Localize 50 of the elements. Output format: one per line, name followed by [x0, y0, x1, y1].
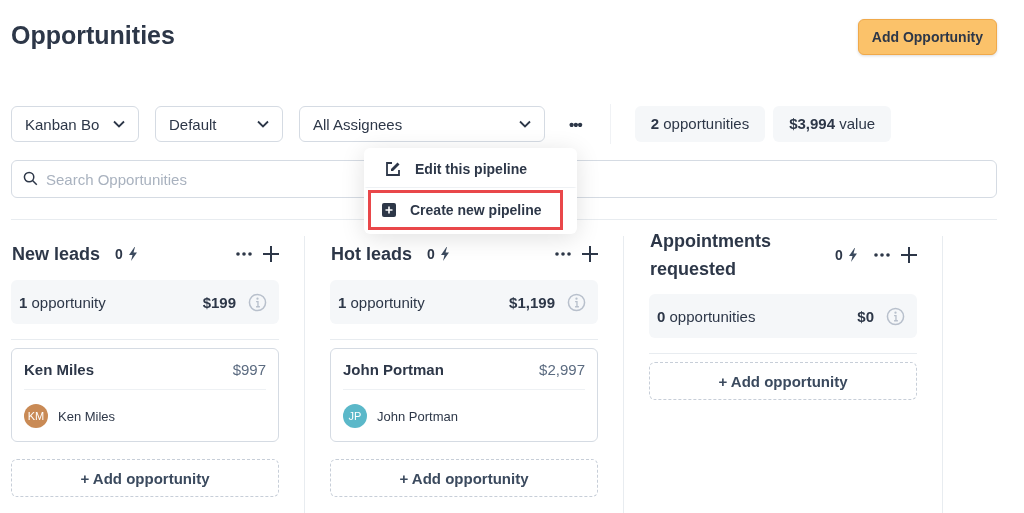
assignee-name: Ken Miles: [58, 408, 116, 424]
dropdown[interactable]: Kanban Bo: [11, 106, 139, 142]
menu-item[interactable]: Create new pipeline: [368, 190, 563, 230]
more-icon[interactable]: [555, 252, 571, 256]
dropdown[interactable]: All Assignees: [299, 106, 545, 142]
opportunity-card[interactable]: Ken Miles $997 KM Ken Miles: [11, 348, 279, 442]
chevron-down-icon: [519, 120, 531, 128]
column-title: Appointments requested: [650, 230, 772, 281]
opportunity-amount: $2,997: [539, 360, 585, 378]
plus-square-icon: [382, 203, 396, 217]
menu-item[interactable]: Edit this pipeline: [364, 148, 577, 188]
more-button[interactable]: •••: [563, 115, 588, 133]
column-title: Hot leads: [331, 243, 413, 265]
add-opportunity-button[interactable]: Add Opportunity: [857, 19, 997, 55]
total-value: $0: [857, 307, 874, 325]
total-value: $1,199: [509, 293, 555, 311]
search-icon: [23, 171, 38, 186]
lead-count: 0: [427, 246, 435, 262]
lightning-icon: [847, 248, 858, 262]
stat-chip: 2 opportunities: [634, 106, 766, 142]
edit-icon: [385, 161, 401, 177]
plus-icon[interactable]: [582, 246, 598, 262]
dropdown[interactable]: Default: [155, 106, 283, 142]
avatar: JP: [343, 404, 367, 428]
lead-count: 0: [835, 247, 843, 263]
add-opportunity-button[interactable]: + Add opportunity: [11, 459, 279, 497]
plus-icon[interactable]: [901, 247, 917, 263]
assignee-name: John Portman: [377, 408, 458, 424]
add-opportunity-button[interactable]: + Add opportunity: [649, 362, 917, 400]
chevron-down-icon: [257, 120, 269, 128]
opportunity-name: Ken Miles: [24, 360, 95, 378]
plus-icon[interactable]: [263, 246, 279, 262]
more-icon[interactable]: [236, 252, 252, 256]
opportunity-count: 1 opportunity: [19, 293, 107, 311]
more-icon[interactable]: [874, 253, 890, 257]
page-title: Opportunities: [11, 20, 175, 50]
opportunity-count: 0 opportunities: [657, 307, 757, 325]
add-opportunity-button[interactable]: + Add opportunity: [330, 459, 598, 497]
lightning-icon: [127, 247, 138, 261]
avatar: KM: [24, 404, 48, 428]
opportunity-name: John Portman: [343, 360, 444, 378]
column-title: New leads: [12, 243, 101, 265]
opportunity-amount: $997: [232, 360, 266, 378]
opportunity-count: 1 opportunity: [338, 293, 426, 311]
lightning-icon: [439, 247, 450, 261]
opportunity-card[interactable]: John Portman $2,997 JP John Portman: [330, 348, 598, 442]
stat-chip: $3,994 value: [773, 106, 892, 142]
chevron-down-icon: [113, 120, 125, 128]
lead-count: 0: [115, 246, 123, 262]
total-value: $199: [202, 293, 236, 311]
